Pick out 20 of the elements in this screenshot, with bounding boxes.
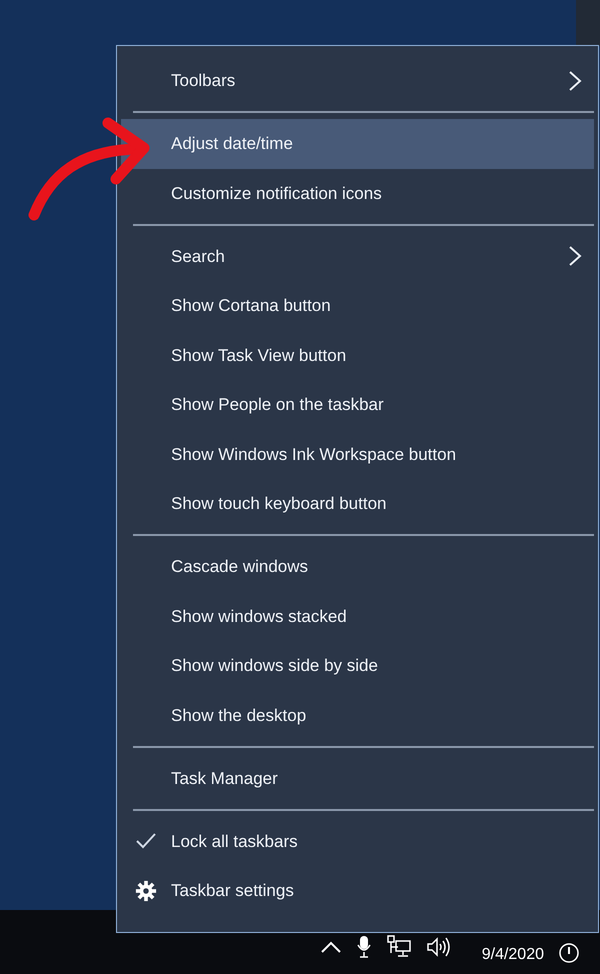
menu-item[interactable]: Show windows side by side	[121, 641, 594, 690]
menu-item[interactable]: Toolbars	[121, 56, 594, 106]
chevron-right-icon	[568, 70, 582, 92]
menu-item[interactable]: Show Windows Ink Workspace button	[121, 430, 594, 479]
menu-item[interactable]: Show Cortana button	[121, 281, 594, 330]
menu-item[interactable]: Task Manager	[121, 754, 594, 803]
menu-item[interactable]: Show windows stacked	[121, 592, 594, 641]
menu-item[interactable]: Cascade windows	[121, 542, 594, 592]
chevron-right-icon	[568, 245, 582, 268]
menu-item[interactable]: Lock all taskbars	[121, 816, 594, 866]
menu-item[interactable]: Show the desktop	[121, 690, 594, 740]
menu-item[interactable]: Show touch keyboard button	[121, 479, 594, 528]
menu-item[interactable]: Adjust date/time	[121, 119, 594, 168]
settings-icon	[135, 880, 157, 902]
menu-item[interactable]: Taskbar settings	[121, 866, 594, 916]
menu-item[interactable]: Show People on the taskbar	[121, 380, 594, 430]
menu-item[interactable]: Show Task View button	[121, 330, 594, 380]
window-edge	[576, 0, 600, 46]
menu-item[interactable]: Search	[121, 232, 594, 281]
menu-item[interactable]: Customize notification icons	[121, 168, 594, 218]
